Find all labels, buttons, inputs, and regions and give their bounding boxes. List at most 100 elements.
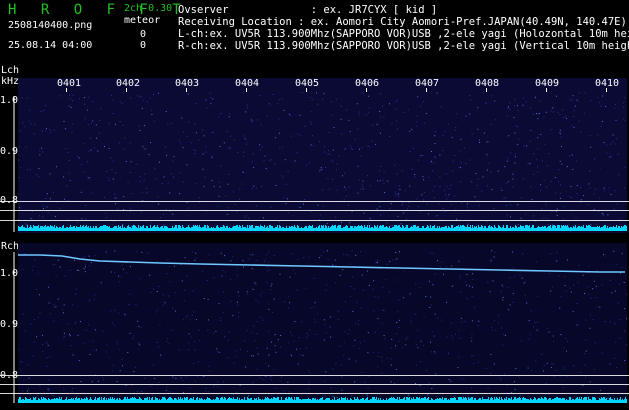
noise-dot <box>422 155 424 156</box>
noise-dot <box>604 321 606 322</box>
noise-dot <box>233 362 235 364</box>
noise-dot <box>282 146 284 148</box>
floor-spike <box>295 400 296 403</box>
noise-dot <box>390 347 392 349</box>
floor-spike <box>416 397 417 403</box>
noise-dot <box>571 397 573 399</box>
noise-dot <box>165 111 167 112</box>
noise-dot <box>166 338 168 339</box>
noise-dot <box>194 150 196 152</box>
noise-dot <box>154 168 156 170</box>
noise-dot <box>344 148 346 150</box>
floor-spike <box>571 227 572 231</box>
floor-spike <box>265 228 266 231</box>
floor-spike <box>57 227 58 231</box>
noise-dot <box>599 167 601 169</box>
noise-dot <box>146 101 148 103</box>
floor-spike <box>150 400 151 403</box>
noise-dot <box>363 212 365 214</box>
noise-dot <box>203 135 205 137</box>
noise-dot <box>268 354 270 356</box>
noise-dot <box>434 273 436 275</box>
noise-dot <box>84 119 86 121</box>
noise-dot <box>598 102 600 103</box>
noise-dot <box>79 321 81 323</box>
floor-spike <box>302 399 303 403</box>
floor-spike <box>448 226 449 231</box>
noise-dot <box>422 101 424 103</box>
floor-spike <box>200 227 201 231</box>
noise-dot <box>390 364 392 366</box>
floor-spike <box>174 227 175 231</box>
floor-spike <box>97 228 98 231</box>
floor-spike <box>395 399 396 403</box>
floor-spike <box>455 227 456 231</box>
floor-spike <box>545 226 546 231</box>
noise-dot <box>310 121 311 123</box>
floor-spike <box>253 400 254 403</box>
noise-dot <box>265 363 267 365</box>
noise-dot <box>416 344 418 346</box>
floor-spike <box>442 227 443 231</box>
noise-dot <box>309 372 311 374</box>
noise-dot <box>332 396 334 398</box>
noise-dot <box>533 215 535 217</box>
noise-dot <box>430 304 432 306</box>
noise-dot <box>623 97 625 99</box>
floor-spike <box>161 399 162 403</box>
floor-spike <box>245 227 246 231</box>
noise-dot <box>460 277 462 279</box>
noise-dot <box>343 354 345 356</box>
noise-dot <box>179 172 181 174</box>
noise-dot <box>566 259 568 261</box>
lch-grid <box>0 201 629 221</box>
floor-spike <box>475 227 476 231</box>
noise-dot <box>114 123 116 125</box>
noise-dot <box>146 192 148 194</box>
floor-spike <box>566 226 567 231</box>
noise-dot <box>112 364 114 366</box>
noise-dot <box>595 223 597 225</box>
floor-spike <box>450 228 451 231</box>
noise-dot <box>98 132 100 134</box>
noise-dot <box>170 173 172 174</box>
noise-dot <box>545 383 547 384</box>
noise-dot <box>369 185 371 187</box>
floor-spike <box>384 400 385 403</box>
floor-spike <box>141 227 142 231</box>
floor-spike <box>492 227 493 231</box>
floor-spike <box>567 400 568 403</box>
floor-spike <box>510 226 511 231</box>
floor-spike <box>275 398 276 403</box>
floor-spike <box>347 226 348 231</box>
noise-dot <box>77 334 79 336</box>
noise-dot <box>599 389 601 391</box>
noise-dot <box>433 197 435 199</box>
floor-spike <box>459 397 460 403</box>
floor-spike <box>159 228 160 231</box>
noise-dot <box>256 321 258 323</box>
floor-spike <box>185 398 186 403</box>
noise-dot <box>87 123 89 125</box>
floor-spike <box>353 228 354 231</box>
floor-spike <box>133 225 134 231</box>
noise-dot <box>619 337 621 339</box>
noise-dot <box>108 357 110 359</box>
noise-dot <box>363 289 364 291</box>
floor-spike <box>105 400 106 403</box>
floor-spike <box>360 226 361 231</box>
floor-spike <box>222 227 223 231</box>
floor-spike <box>241 228 242 231</box>
noise-dot <box>106 217 107 219</box>
floor-spike <box>511 228 512 231</box>
floor-spike <box>520 225 521 231</box>
noise-dot <box>361 274 363 276</box>
noise-dot <box>490 123 492 125</box>
noise-dot <box>347 333 349 335</box>
noise-dot <box>550 110 552 112</box>
noise-dot <box>394 164 396 166</box>
noise-dot <box>580 187 582 188</box>
noise-dot <box>289 276 291 278</box>
noise-dot <box>206 107 208 109</box>
floor-spike <box>248 398 249 403</box>
